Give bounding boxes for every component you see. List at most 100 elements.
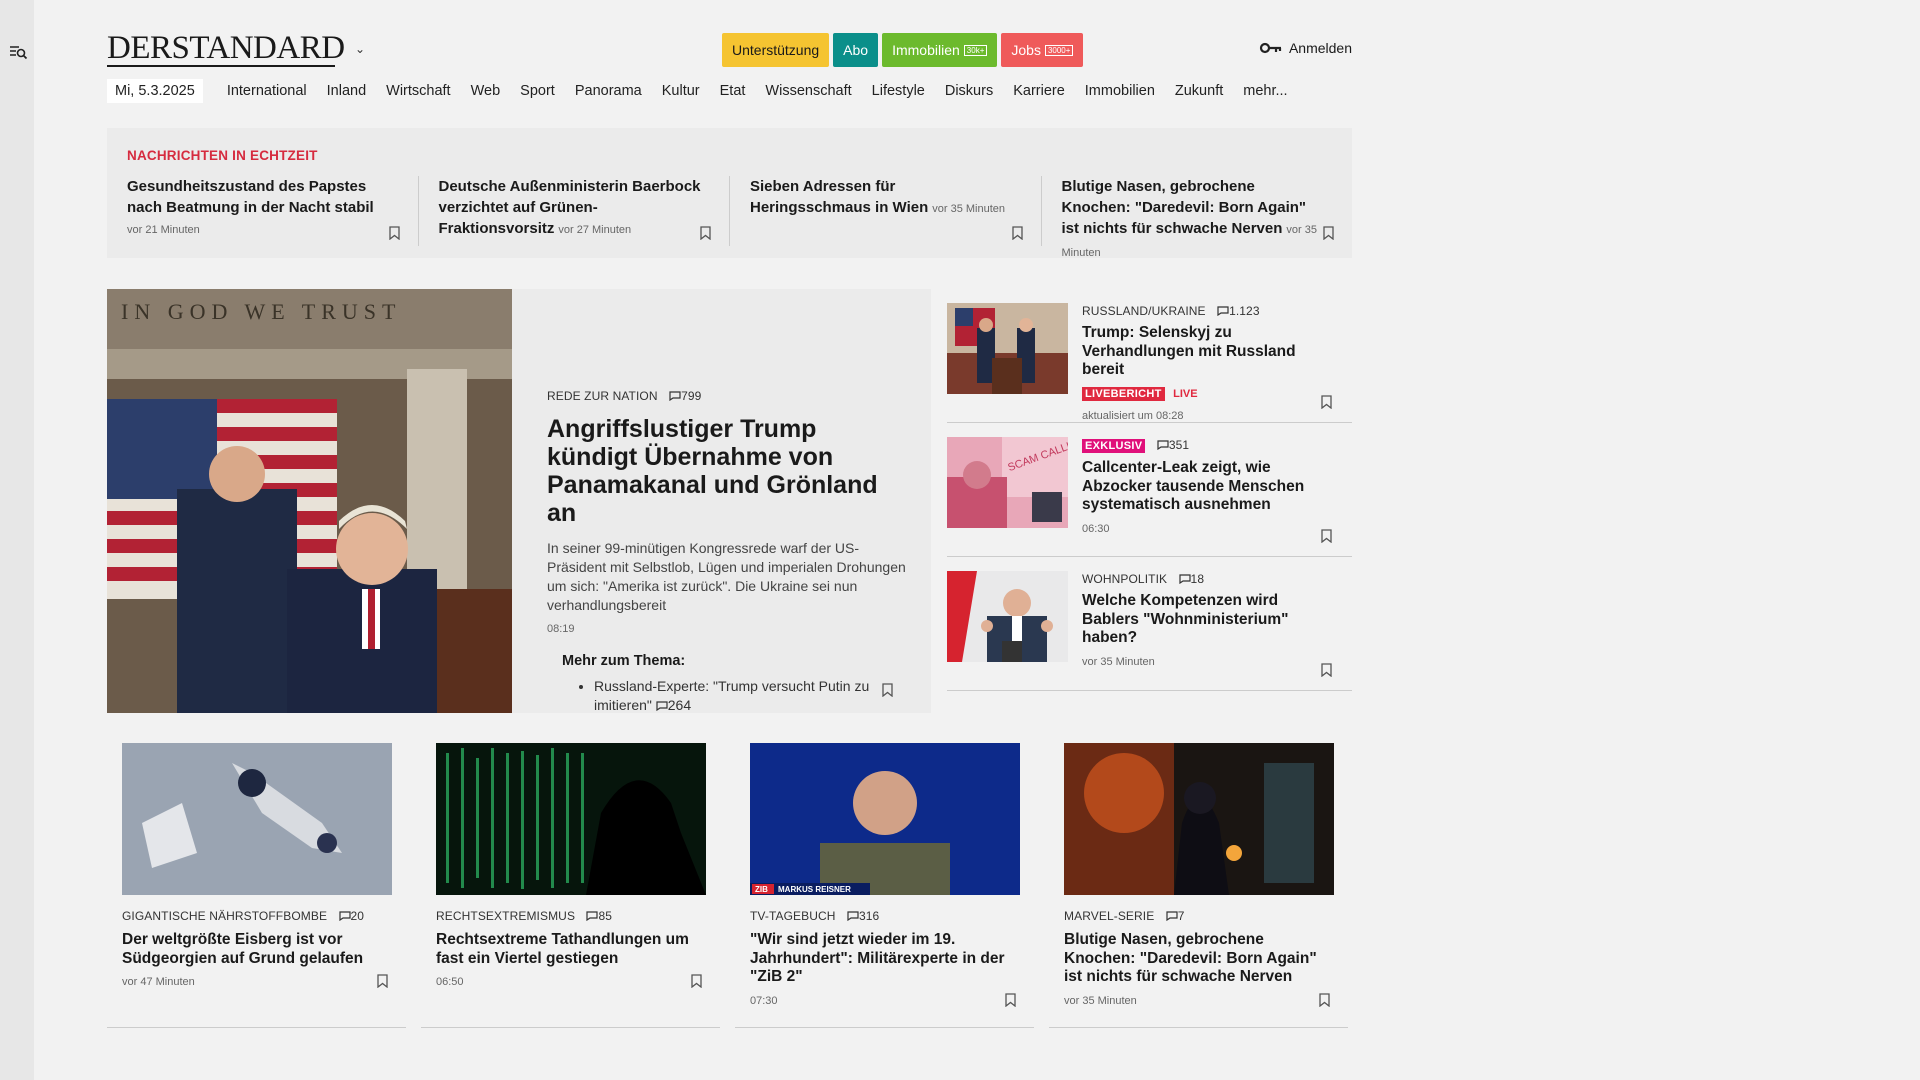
lead-image[interactable]: IN GOD WE TRUST [107,289,512,713]
story-headline[interactable]: Der weltgrößte Eisberg ist vor Südgeorgi… [122,931,392,968]
bookmark-icon[interactable] [1321,529,1332,543]
ticker-item[interactable]: Sieben Adressen für Heringsschmaus in Wi… [730,176,1042,246]
side-kicker: WOHNPOLITIK 18 [1082,572,1332,586]
story-time: vor 47 Minuten [122,976,195,988]
bookmark-icon[interactable] [1321,395,1332,409]
story-image[interactable] [1064,743,1334,895]
side-time: aktualisiert um 08:28 [1082,409,1184,422]
kicker-label: MARVEL-SERIE [1064,909,1155,923]
nav-item-inland[interactable]: Inland [327,83,367,99]
comments-count[interactable]: 20 [338,909,365,923]
nav-item-diskurs[interactable]: Diskurs [945,83,993,99]
ticker-item[interactable]: Deutsche Außenministerin Baerbock verzic… [419,176,730,246]
bottom-stories: GIGANTISCHE NÄHRSTOFFBOMBE 20 Der weltgr… [107,728,1352,1028]
site-logo[interactable]: DERSTANDARD [107,30,345,66]
main-nav: Mi, 5.3.2025 International Inland Wirtsc… [107,78,1352,104]
nav-item-karriere[interactable]: Karriere [1013,83,1065,99]
side-article[interactable]: RUSSLAND/UKRAINE 1.123 Trump: Selenskyj … [947,289,1352,423]
pill-label: Abo [843,42,869,58]
ticker-headline: Sieben Adressen für Heringsschmaus in Wi… [750,178,929,216]
side-article-image[interactable] [947,303,1068,394]
bookmark-icon[interactable] [1005,993,1016,1007]
comments-count[interactable]: 7 [1166,909,1185,923]
comments-value: 85 [598,909,613,923]
login-button[interactable]: Anmelden [1259,40,1352,56]
nav-item-panorama[interactable]: Panorama [575,83,642,99]
story-body: TV-TAGEBUCH 316 "Wir sind jetzt wieder i… [750,909,1020,1007]
chevron-down-icon[interactable]: ⌄ [355,42,365,56]
side-headline[interactable]: Trump: Selenskyj zu Verhandlungen mit Ru… [1082,324,1332,380]
nav-item-kultur[interactable]: Kultur [662,83,700,99]
side-kicker: EXKLUSIV 351 [1082,438,1332,453]
lead-time: 08:19 [547,623,575,635]
livebericht-badge: LIVEBERICHT [1082,386,1165,401]
lead-teaser: In seiner 99-minütigen Kongressrede warf… [547,540,906,613]
comments-count[interactable]: 799 [669,389,701,403]
story-card[interactable]: MARVEL-SERIE 7 Blutige Nasen, gebrochene… [1049,728,1348,1028]
story-headline[interactable]: "Wir sind jetzt wieder im 19. Jahrhunder… [750,931,1020,987]
nav-item-etat[interactable]: Etat [720,83,746,99]
side-headline[interactable]: Callcenter-Leak zeigt, wie Abzocker taus… [1082,459,1332,515]
bookmark-icon[interactable] [700,226,711,240]
ticker-item[interactable]: Blutige Nasen, gebrochene Knochen: "Dare… [1042,176,1353,259]
story-card[interactable]: ZIB MARKUS REISNER TV-TAGEBUCH 316 "Wir s… [735,728,1034,1028]
story-time: 07:30 [750,994,778,1007]
comment-icon [338,911,351,921]
comments-count[interactable]: 18 [1178,572,1205,586]
related-article-link[interactable]: Russland-Experte: "Trump versucht Putin … [594,677,907,715]
bookmark-icon[interactable] [1323,226,1334,240]
side-article[interactable]: WOHNPOLITIK 18 Welche Kompetenzen wird B… [947,557,1352,691]
side-kicker: RUSSLAND/UKRAINE 1.123 [1082,304,1332,318]
comments-count[interactable]: 1.123 [1217,304,1260,318]
nav-item-wissenschaft[interactable]: Wissenschaft [765,83,851,99]
nav-item-wirtschaft[interactable]: Wirtschaft [386,83,450,99]
pill-jobs[interactable]: Jobs 3000+ [1001,33,1084,67]
nav-item-more[interactable]: mehr... [1243,83,1287,99]
story-headline[interactable]: Blutige Nasen, gebrochene Knochen: "Dare… [1064,931,1334,987]
exklusiv-badge: EXKLUSIV [1082,439,1146,453]
story-time: 06:50 [436,976,464,988]
bookmark-icon[interactable] [1011,226,1023,240]
nav-item-international[interactable]: International [227,83,307,99]
story-body: MARVEL-SERIE 7 Blutige Nasen, gebrochene… [1064,909,1334,1007]
side-headline[interactable]: Welche Kompetenzen wird Bablers "Wohnmin… [1082,592,1332,648]
pill-immobilien[interactable]: Immobilien 30k+ [882,33,998,67]
ticker-item[interactable]: Gesundheitszustand des Papstes nach Beat… [107,176,419,246]
nav-item-lifestyle[interactable]: Lifestyle [872,83,925,99]
comments-count[interactable]: 351 [1157,438,1189,452]
nav-item-web[interactable]: Web [471,83,501,99]
nav-item-zukunft[interactable]: Zukunft [1175,83,1223,99]
bookmark-icon[interactable] [691,974,702,988]
bookmark-icon[interactable] [1319,993,1330,1007]
related-article-title: Russland-Experte: "Trump versucht Putin … [594,678,870,713]
lead-headline[interactable]: Angriffslustiger Trump kündigt Übernahme… [547,415,907,527]
menu-search-icon[interactable] [9,44,29,60]
story-card[interactable]: GIGANTISCHE NÄHRSTOFFBOMBE 20 Der weltgr… [107,728,406,1028]
comments-value: 799 [681,389,702,403]
side-article[interactable]: SCAM CALLING EXKLUSIV 351 Callcenter-Lea… [947,423,1352,557]
nav-item-sport[interactable]: Sport [520,83,555,99]
story-body: RECHTSEXTREMISMUS 85 Rechtsextreme Tatha… [436,909,706,988]
story-kicker: RECHTSEXTREMISMUS 85 [436,909,706,923]
story-image[interactable] [122,743,392,895]
bookmark-icon[interactable] [388,226,400,240]
side-article-image[interactable] [947,571,1068,662]
story-headline[interactable]: Rechtsextreme Tathandlungen um fast ein … [436,931,706,968]
pill-label: Jobs [1011,42,1041,58]
story-card[interactable]: RECHTSEXTREMISMUS 85 Rechtsextreme Tatha… [421,728,720,1028]
bookmark-icon[interactable] [377,974,388,988]
comments-count[interactable]: 316 [847,909,879,923]
story-image[interactable]: ZIB MARKUS REISNER [750,743,1020,895]
side-article-image[interactable]: SCAM CALLING [947,437,1068,528]
story-kicker: TV-TAGEBUCH 316 [750,909,1020,923]
story-image[interactable] [436,743,706,895]
more-on-topic-list: Russland-Experte: "Trump versucht Putin … [594,677,907,715]
live-label: LIVE [1173,387,1198,400]
story-kicker: GIGANTISCHE NÄHRSTOFFBOMBE 20 [122,909,392,923]
bookmark-icon[interactable] [882,683,893,697]
nav-item-immobilien[interactable]: Immobilien [1085,83,1155,99]
pill-unterstuetzung[interactable]: Unterstützung [722,33,830,67]
pill-abo[interactable]: Abo [833,33,879,67]
bookmark-icon[interactable] [1321,663,1332,677]
comments-count[interactable]: 85 [586,909,612,923]
